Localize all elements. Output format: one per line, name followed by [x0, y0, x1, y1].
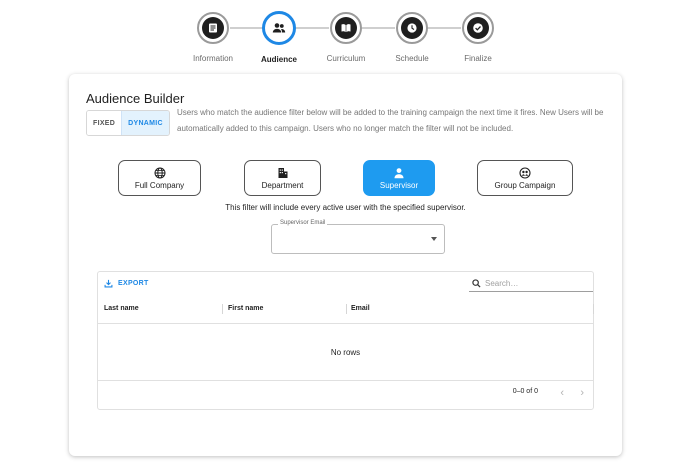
- clock-icon: [407, 23, 417, 33]
- document-icon: [209, 23, 217, 33]
- pagination-count: 0–0 of 0: [512, 388, 538, 395]
- column-header-last-name[interactable]: Last name: [104, 305, 139, 312]
- supervisor-email-select[interactable]: Supervisor Email: [271, 220, 445, 254]
- grid-footer: 0–0 of 0 ‹ ›: [98, 381, 593, 410]
- toggle-dynamic[interactable]: DYNAMIC: [121, 111, 169, 135]
- filter-department-button[interactable]: Department: [244, 160, 321, 196]
- search-input[interactable]: [485, 278, 585, 288]
- step-label: Finalize: [464, 54, 492, 63]
- grid-search: [469, 275, 593, 292]
- column-header-first-name[interactable]: First name: [228, 305, 263, 312]
- empty-rows-message: No rows: [98, 324, 593, 381]
- grid-header: Last name First name Email: [98, 296, 594, 324]
- export-label: EXPORT: [118, 280, 149, 287]
- search-icon: [472, 278, 481, 288]
- card-title: Audience Builder: [86, 91, 185, 106]
- fixed-dynamic-toggle: FIXED DYNAMIC: [86, 110, 170, 136]
- column-separator[interactable]: [222, 304, 223, 314]
- filter-group-campaign-button[interactable]: Group Campaign: [477, 160, 573, 196]
- column-separator[interactable]: [346, 304, 347, 314]
- step-finalize[interactable]: Finalize: [438, 10, 518, 63]
- audience-builder-card: Audience Builder FIXED DYNAMIC Users who…: [69, 74, 622, 456]
- check-icon: [473, 23, 483, 33]
- filter-full-company-button[interactable]: Full Company: [118, 160, 201, 196]
- filter-label: Department: [261, 180, 304, 190]
- group-icon: [519, 166, 531, 179]
- campaign-stepper: Information Audience Curriculum Schedule…: [0, 10, 688, 70]
- filter-label: Group Campaign: [494, 180, 556, 190]
- export-button[interactable]: EXPORT: [104, 279, 149, 288]
- filter-note: This filter will include every active us…: [225, 203, 466, 212]
- chevron-left-icon[interactable]: ‹: [560, 388, 564, 399]
- column-separator[interactable]: [593, 304, 594, 314]
- audience-description: Users who match the audience filter belo…: [177, 108, 604, 133]
- column-header-email[interactable]: Email: [351, 305, 370, 312]
- building-icon: [278, 167, 287, 178]
- supervisor-email-label: Supervisor Email: [278, 220, 328, 226]
- filter-supervisor-button[interactable]: Supervisor: [363, 160, 435, 196]
- filter-label: Full Company: [134, 180, 185, 190]
- grid-toolbar: EXPORT: [98, 272, 593, 296]
- filter-label: Supervisor: [379, 180, 419, 190]
- users-data-grid: EXPORT Last name First name Email No row…: [97, 271, 594, 410]
- people-icon: [272, 23, 286, 33]
- filter-options: Full Company Department Supervisor Group…: [69, 160, 622, 198]
- dropdown-arrow-icon: [431, 237, 437, 241]
- download-icon: [104, 279, 113, 288]
- person-icon: [394, 167, 404, 178]
- toggle-fixed[interactable]: FIXED: [87, 111, 122, 135]
- globe-icon: [154, 167, 165, 178]
- book-icon: [341, 24, 351, 33]
- chevron-right-icon[interactable]: ›: [580, 388, 584, 399]
